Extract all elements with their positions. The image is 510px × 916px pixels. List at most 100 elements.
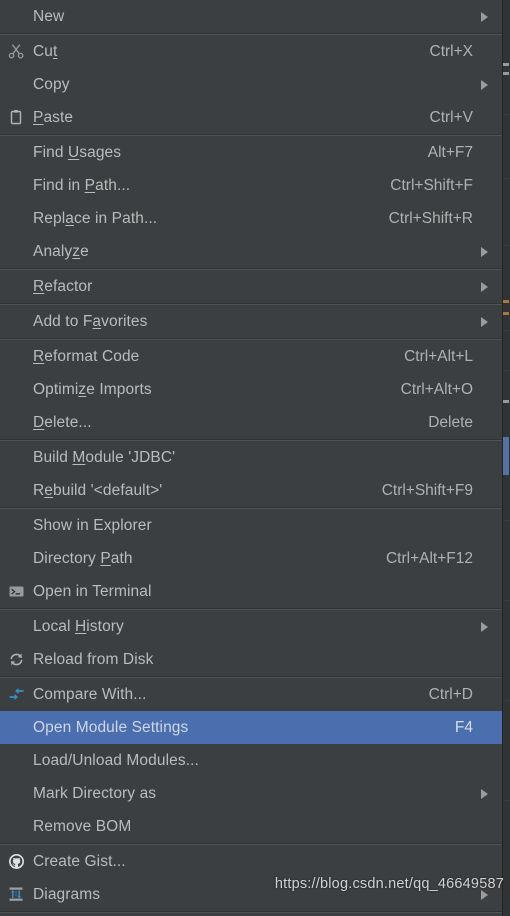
menu-item-add-to-favorites[interactable]: Add to Favorites <box>0 305 502 338</box>
menu-item-label: New <box>33 7 65 25</box>
menu-item-local-history[interactable]: Local History <box>0 610 502 643</box>
no-icon <box>0 810 33 843</box>
menu-item-reload-from-disk[interactable]: Reload from Disk <box>0 643 502 676</box>
menu-item-refactor[interactable]: Refactor <box>0 270 502 303</box>
submenu-chevron-right-icon <box>476 610 488 643</box>
no-icon <box>0 0 33 33</box>
menu-item-label: Open in Terminal <box>33 582 152 600</box>
no-icon <box>0 202 33 235</box>
menu-item-label: Add to Favorites <box>33 312 148 330</box>
menu-item-find-usages[interactable]: Find Usages Alt+F7 <box>0 136 502 169</box>
menu-item-mark-directory-as[interactable]: Mark Directory as <box>0 777 502 810</box>
menu-item-cut[interactable]: Cut Ctrl+X <box>0 35 502 68</box>
menu-item-replace-in-path[interactable]: Replace in Path... Ctrl+Shift+R <box>0 202 502 235</box>
menu-item-paste[interactable]: Paste Ctrl+V <box>0 101 502 134</box>
no-icon <box>0 610 33 643</box>
menu-item-compare-with[interactable]: Compare With... Ctrl+D <box>0 678 502 711</box>
menu-item-label: Mark Directory as <box>33 784 157 802</box>
menu-item-shortcut: Ctrl+D <box>428 685 473 703</box>
menu-item-copy[interactable]: Copy <box>0 68 502 101</box>
menu-item-label: Find in Path... <box>33 176 131 194</box>
no-icon <box>0 373 33 406</box>
menu-item-delete[interactable]: Delete... Delete <box>0 406 502 439</box>
menu-item-label: Diagrams <box>33 885 101 903</box>
menu-item-shortcut: F4 <box>454 718 473 736</box>
menu-item-label: Local History <box>33 617 124 635</box>
no-icon <box>0 711 33 744</box>
menu-item-label: Paste <box>33 108 74 126</box>
no-icon <box>0 235 33 268</box>
menu-item-label: Optimize Imports <box>33 380 152 398</box>
no-icon <box>0 406 33 439</box>
menu-item-open-module-settings[interactable]: Open Module Settings F4 <box>0 711 502 744</box>
menu-item-label: Directory Path <box>33 549 133 567</box>
no-icon <box>0 340 33 373</box>
reload-icon <box>0 643 33 676</box>
editor-background-strip <box>502 0 510 916</box>
menu-item-open-in-terminal[interactable]: Open in Terminal <box>0 575 502 608</box>
submenu-chevron-right-icon <box>476 777 488 810</box>
menu-item-remove-bom[interactable]: Remove BOM <box>0 810 502 843</box>
menu-item-label: Reformat Code <box>33 347 140 365</box>
no-icon <box>0 270 33 303</box>
menu-item-label: Cut <box>33 42 58 60</box>
github-icon <box>0 845 33 878</box>
menu-item-build-module-jdbc[interactable]: Build Module 'JDBC' <box>0 441 502 474</box>
menu-item-shortcut: Ctrl+Shift+F9 <box>381 481 473 499</box>
scissors-icon <box>0 35 33 68</box>
menu-item-label: Delete... <box>33 413 92 431</box>
menu-item-shortcut: Ctrl+Alt+O <box>400 380 473 398</box>
menu-item-label: Build Module 'JDBC' <box>33 448 176 466</box>
menu-item-shortcut: Ctrl+Alt+L <box>404 347 473 365</box>
compare-icon <box>0 678 33 711</box>
submenu-chevron-right-icon <box>476 305 488 338</box>
menu-item-new[interactable]: New <box>0 0 502 33</box>
menu-item-rebuild-default[interactable]: Rebuild '<default>' Ctrl+Shift+F9 <box>0 474 502 507</box>
screen: New Cut Ctrl+X Copy Paste Ctrl+V Find Usages Al… <box>0 0 510 916</box>
menu-item-shortcut: Ctrl+V <box>429 108 474 126</box>
diagram-icon <box>0 878 33 911</box>
no-icon <box>0 68 33 101</box>
menu-item-shortcut: Ctrl+Shift+R <box>388 209 473 227</box>
menu-item-create-gist[interactable]: Create Gist... <box>0 845 502 878</box>
clipboard-icon <box>0 101 33 134</box>
no-icon <box>0 441 33 474</box>
menu-item-shortcut: Ctrl+X <box>429 42 474 60</box>
menu-item-label: Find Usages <box>33 143 122 161</box>
submenu-chevron-right-icon <box>476 878 488 911</box>
menu-item-label: Copy <box>33 75 70 93</box>
menu-item-diagrams[interactable]: Diagrams <box>0 878 502 911</box>
menu-item-label: Open Module Settings <box>33 718 189 736</box>
context-menu[interactable]: New Cut Ctrl+X Copy Paste Ctrl+V Find Usages Al… <box>0 0 503 916</box>
menu-item-label: Show in Explorer <box>33 516 152 534</box>
menu-item-label: Compare With... <box>33 685 147 703</box>
menu-item-label: Analyze <box>33 242 89 260</box>
menu-item-label: Refactor <box>33 277 93 295</box>
no-icon <box>0 744 33 777</box>
no-icon <box>0 474 33 507</box>
submenu-chevron-right-icon <box>476 0 488 33</box>
menu-item-load-unload-modules[interactable]: Load/Unload Modules... <box>0 744 502 777</box>
menu-item-shortcut: Delete <box>428 413 473 431</box>
menu-item-label: Replace in Path... <box>33 209 158 227</box>
menu-item-find-in-path[interactable]: Find in Path... Ctrl+Shift+F <box>0 169 502 202</box>
no-icon <box>0 542 33 575</box>
menu-item-directory-path[interactable]: Directory Path Ctrl+Alt+F12 <box>0 542 502 575</box>
menu-item-optimize-imports[interactable]: Optimize Imports Ctrl+Alt+O <box>0 373 502 406</box>
menu-item-label: Load/Unload Modules... <box>33 751 199 769</box>
menu-item-reformat-code[interactable]: Reformat Code Ctrl+Alt+L <box>0 340 502 373</box>
menu-item-label: Rebuild '<default>' <box>33 481 163 499</box>
submenu-chevron-right-icon <box>476 235 488 268</box>
no-icon <box>0 136 33 169</box>
menu-item-label: Remove BOM <box>33 817 132 835</box>
editor-scrollbar-thumb[interactable] <box>503 437 509 475</box>
no-icon <box>0 169 33 202</box>
menu-item-label: Reload from Disk <box>33 650 154 668</box>
no-icon <box>0 305 33 338</box>
menu-item-show-in-explorer[interactable]: Show in Explorer <box>0 509 502 542</box>
menu-item-label: Create Gist... <box>33 852 126 870</box>
menu-item-analyze[interactable]: Analyze <box>0 235 502 268</box>
no-icon <box>0 777 33 810</box>
terminal-icon <box>0 575 33 608</box>
menu-item-shortcut: Alt+F7 <box>427 143 473 161</box>
